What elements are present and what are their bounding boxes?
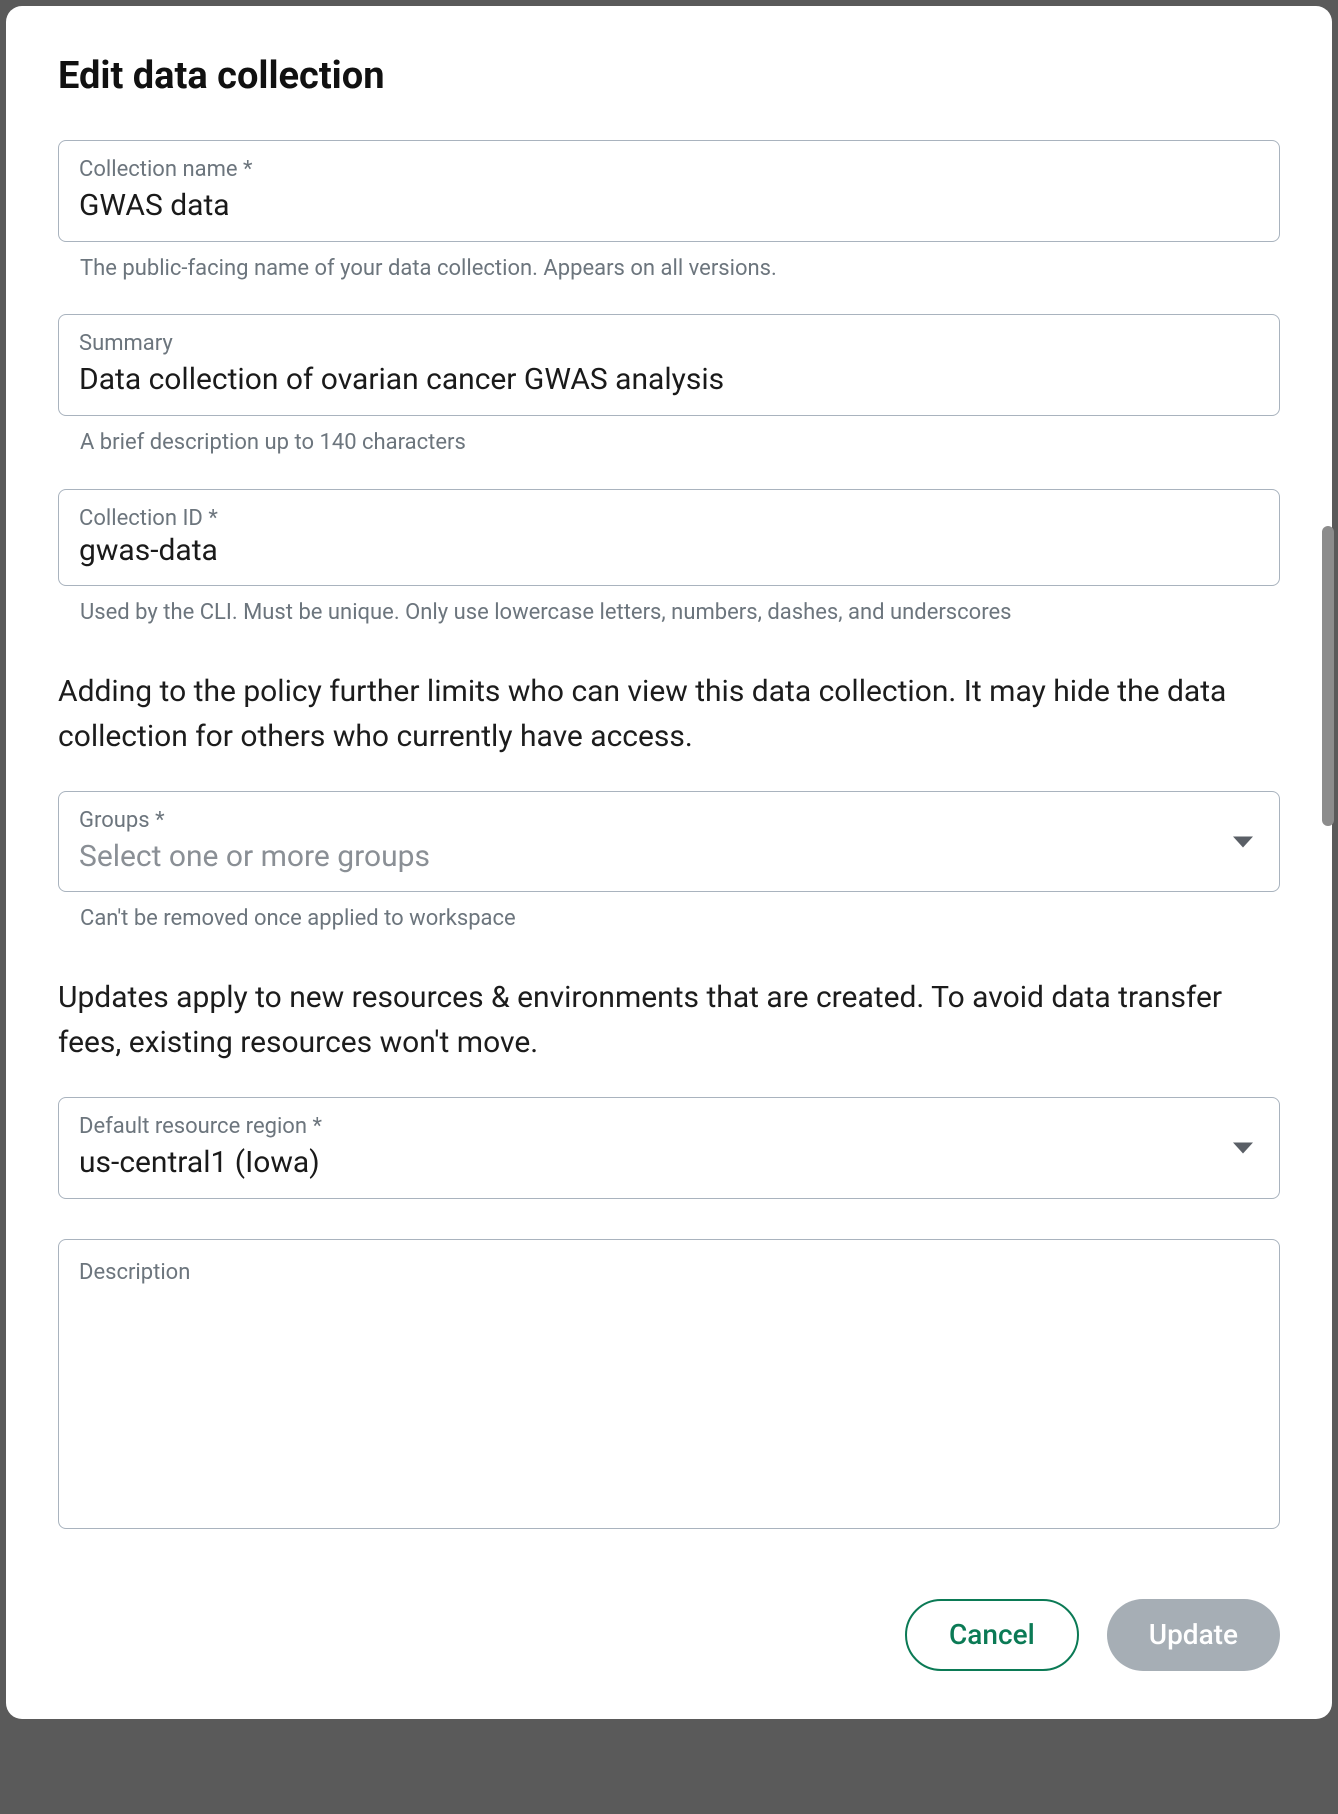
policy-note-text: Adding to the policy further limits who … (58, 669, 1280, 759)
region-select[interactable]: Default resource region * us-central1 (I… (58, 1097, 1280, 1199)
collection-id-helper: Used by the CLI. Must be unique. Only us… (58, 598, 1280, 629)
groups-field-wrap: Groups * Select one or more groups Can't… (58, 791, 1280, 935)
collection-id-field-wrap: Collection ID * Used by the CLI. Must be… (58, 489, 1280, 629)
edit-data-collection-modal: Edit data collection Collection name * T… (6, 6, 1332, 1719)
collection-id-label: Collection ID * (79, 502, 1259, 535)
update-button[interactable]: Update (1107, 1599, 1280, 1671)
groups-placeholder: Select one or more groups (79, 837, 1223, 878)
collection-name-label: Collection name * (79, 153, 1259, 186)
summary-input-box[interactable]: Summary (58, 314, 1280, 416)
collection-name-input-box[interactable]: Collection name * (58, 140, 1280, 242)
cancel-button[interactable]: Cancel (905, 1599, 1079, 1671)
chevron-down-icon (1233, 836, 1253, 847)
modal-title: Edit data collection (58, 54, 1280, 98)
chevron-down-between-icon (1233, 1142, 1253, 1153)
groups-helper: Can't be removed once applied to workspa… (58, 904, 1280, 935)
groups-select[interactable]: Groups * Select one or more groups (58, 791, 1280, 893)
summary-label: Summary (79, 327, 1259, 360)
collection-id-input[interactable] (79, 531, 1259, 572)
collection-name-helper: The public-facing name of your data coll… (58, 254, 1280, 285)
collection-name-field-wrap: Collection name * The public-facing name… (58, 140, 1280, 284)
region-value: us-central1 (Iowa) (79, 1143, 1223, 1184)
region-field-wrap: Default resource region * us-central1 (I… (58, 1097, 1280, 1199)
summary-input[interactable] (79, 360, 1259, 401)
description-textarea[interactable]: Description (58, 1239, 1280, 1529)
description-field-wrap: Description (58, 1239, 1280, 1529)
button-row: Cancel Update (58, 1599, 1280, 1671)
groups-label: Groups * (79, 804, 1223, 837)
collection-name-input[interactable] (79, 186, 1259, 227)
collection-id-input-box[interactable]: Collection ID * (58, 489, 1280, 587)
scrollbar-thumb[interactable] (1322, 526, 1334, 826)
updates-note-text: Updates apply to new resources & environ… (58, 975, 1280, 1065)
region-label: Default resource region * (79, 1110, 1223, 1143)
description-label: Description (79, 1260, 1259, 1285)
summary-field-wrap: Summary A brief description up to 140 ch… (58, 314, 1280, 458)
summary-helper: A brief description up to 140 characters (58, 428, 1280, 459)
